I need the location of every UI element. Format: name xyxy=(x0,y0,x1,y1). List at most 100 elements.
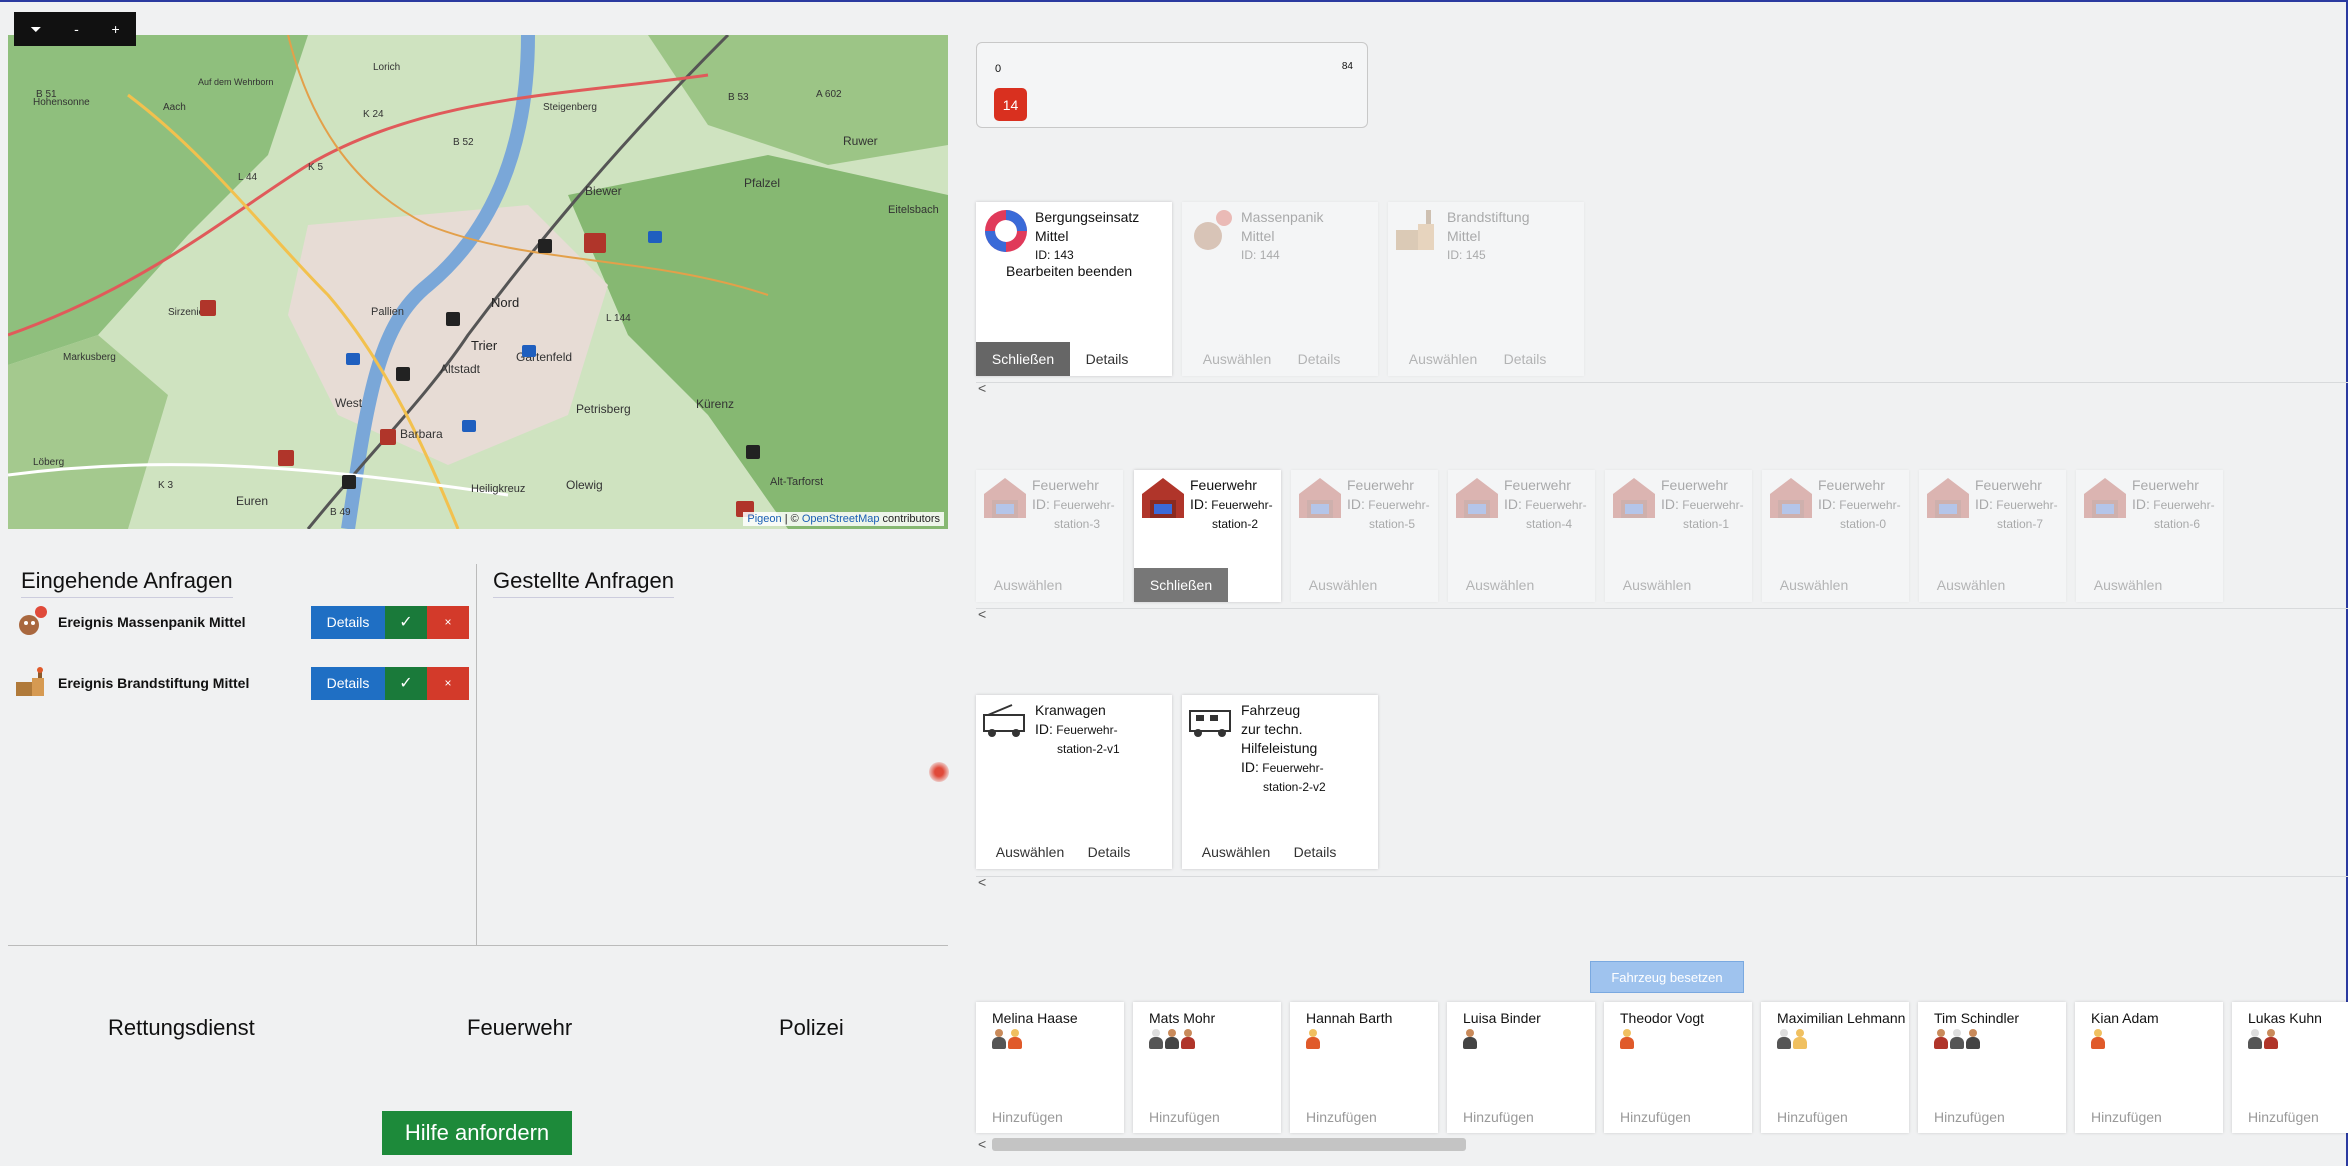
details-button[interactable]: Details xyxy=(311,605,385,639)
row-separator xyxy=(976,876,2348,877)
incoming-requests-title: Eingehende Anfragen xyxy=(21,568,233,598)
accept-button[interactable]: ✓ xyxy=(385,666,427,700)
station-id-part1: Feuerwehr- xyxy=(1839,498,1901,512)
accept-button[interactable]: ✓ xyxy=(385,605,427,639)
station-card[interactable]: Feuerwehr ID: Feuerwehr-station-7 Auswähle… xyxy=(1919,470,2066,602)
map-label: L 44 xyxy=(238,172,258,183)
crew-member-card[interactable]: Tim Schindler Hinzufügen xyxy=(1918,1002,2066,1133)
attribution-link-pigeon[interactable]: Pigeon xyxy=(747,513,781,525)
select-button[interactable]: Auswählen xyxy=(1182,342,1292,376)
details-button[interactable]: Details xyxy=(311,666,385,700)
station-name: Feuerwehr xyxy=(1190,477,1257,493)
select-button[interactable]: Auswählen xyxy=(976,835,1084,869)
add-crew-button[interactable]: Hinzufügen xyxy=(1306,1109,1377,1125)
station-card[interactable]: Feuerwehr ID: Feuerwehr-station-0 Auswähle… xyxy=(1762,470,1909,602)
close-button[interactable]: Schließen xyxy=(1134,568,1228,602)
details-button[interactable]: Details xyxy=(1488,342,1562,376)
map-label: Altstadt xyxy=(440,362,481,376)
station-id-part2: station-0 xyxy=(1840,517,1887,531)
finish-editing-link[interactable]: Bearbeiten beenden xyxy=(1006,262,1132,281)
station-id-label: ID: xyxy=(1032,496,1050,512)
counter-min: 0 xyxy=(995,63,1002,75)
event-card[interactable]: Bergungseinsatz Mittel ID: 143 Bearbeite… xyxy=(976,202,1172,376)
zoom-out-button[interactable]: - xyxy=(74,21,79,37)
vehicle-card[interactable]: Kranwagen ID: Feuerwehr- station-2-v1 Au… xyxy=(976,695,1172,869)
crew-member-card[interactable]: Theodor Vogt Hinzufügen xyxy=(1604,1002,1752,1133)
crew-member-card[interactable]: Kian Adam Hinzufügen xyxy=(2075,1002,2223,1133)
filter-icon[interactable]: ⏷ xyxy=(30,21,41,38)
crew-member-card[interactable]: Luisa Binder Hinzufügen xyxy=(1447,1002,1595,1133)
add-crew-button[interactable]: Hinzufügen xyxy=(1620,1109,1691,1125)
map-label: Löberg xyxy=(33,457,64,468)
occupy-vehicle-button[interactable]: Fahrzeug besetzen xyxy=(1590,961,1744,993)
map-attribution: Pigeon | © OpenStreetMap contributors xyxy=(743,512,944,526)
crew-member-name: Hannah Barth xyxy=(1306,1010,1393,1026)
map-label: Petrisberg xyxy=(576,402,631,416)
crew-member-card[interactable]: Mats Mohr Hinzufügen xyxy=(1133,1002,1281,1133)
select-button[interactable]: Auswählen xyxy=(1762,568,1866,602)
crew-member-card[interactable]: Hannah Barth Hinzufügen xyxy=(1290,1002,1438,1133)
add-crew-button[interactable]: Hinzufügen xyxy=(1777,1109,1848,1125)
crew-member-card[interactable]: Melina Haase Hinzufügen xyxy=(976,1002,1124,1133)
select-button[interactable]: Auswählen xyxy=(1605,568,1709,602)
service-rettungsdienst[interactable]: Rettungsdienst xyxy=(108,1015,255,1041)
service-polizei[interactable]: Polizei xyxy=(779,1015,844,1041)
add-crew-button[interactable]: Hinzufügen xyxy=(992,1109,1063,1125)
map-label: Auf dem Wehrborn xyxy=(198,77,273,87)
select-button[interactable]: Auswählen xyxy=(1919,568,2023,602)
add-crew-button[interactable]: Hinzufügen xyxy=(1463,1109,1534,1125)
add-crew-button[interactable]: Hinzufügen xyxy=(1149,1109,1220,1125)
map-label: K 3 xyxy=(158,480,173,491)
map-label: Heiligkreuz xyxy=(471,483,525,495)
station-card[interactable]: Feuerwehr ID: Feuerwehr-station-3 Auswähle… xyxy=(976,470,1123,602)
select-button[interactable]: Auswählen xyxy=(1291,568,1395,602)
details-button[interactable]: Details xyxy=(1072,835,1146,869)
select-button[interactable]: Auswählen xyxy=(1388,342,1498,376)
map-view[interactable]: B 51 Auf dem Wehrborn Lorich Hohensonne … xyxy=(8,35,948,529)
counter-value: 14 xyxy=(994,88,1027,121)
close-button[interactable]: Schließen xyxy=(976,342,1070,376)
map-label: Steigenberg xyxy=(543,102,597,113)
reject-button[interactable]: × xyxy=(427,666,469,700)
map-label: Nord xyxy=(491,295,519,310)
vehicle-name-line2: zur techn. Hilfeleistung xyxy=(1241,721,1318,756)
request-help-button[interactable]: Hilfe anfordern xyxy=(382,1111,572,1155)
crew-member-card[interactable]: Lukas Kuhn Hinzufügen xyxy=(2232,1002,2348,1133)
station-card[interactable]: Feuerwehr ID: Feuerwehr-station-5 Auswähle… xyxy=(1291,470,1438,602)
arson-icon xyxy=(14,666,54,700)
zoom-in-button[interactable]: + xyxy=(111,21,119,37)
crew-member-name: Melina Haase xyxy=(992,1010,1078,1026)
station-id-label: ID: xyxy=(1975,496,1993,512)
person-icon xyxy=(1793,1029,1807,1049)
select-button[interactable]: Auswählen xyxy=(1448,568,1552,602)
select-button[interactable]: Auswählen xyxy=(2076,568,2180,602)
details-button[interactable]: Details xyxy=(1282,342,1356,376)
service-feuerwehr[interactable]: Feuerwehr xyxy=(467,1015,572,1041)
add-crew-button[interactable]: Hinzufügen xyxy=(2248,1109,2319,1125)
select-button[interactable]: Auswählen xyxy=(1182,835,1290,869)
map-label: Markusberg xyxy=(63,352,116,363)
event-card[interactable]: Brandstiftung Mittel ID: 145 Auswählen D… xyxy=(1388,202,1584,376)
event-card[interactable]: Massenpanik Mittel ID: 144 Auswählen Det… xyxy=(1182,202,1378,376)
details-button[interactable]: Details xyxy=(1070,342,1144,376)
station-card[interactable]: Feuerwehr ID: Feuerwehr-station-2 Schließe… xyxy=(1134,470,1281,602)
station-card[interactable]: Feuerwehr ID: Feuerwehr-station-4 Auswähle… xyxy=(1448,470,1595,602)
station-id-part1: Feuerwehr- xyxy=(1682,498,1744,512)
vehicle-card[interactable]: Fahrzeug zur techn. Hilfeleistung ID: Fe… xyxy=(1182,695,1378,869)
person-icon xyxy=(992,1029,1006,1049)
horizontal-scrollbar[interactable] xyxy=(992,1138,1466,1151)
add-crew-button[interactable]: Hinzufügen xyxy=(1934,1109,2005,1125)
select-button[interactable]: Auswählen xyxy=(976,568,1080,602)
request-label: Ereignis Brandstiftung Mittel xyxy=(58,675,250,691)
station-card[interactable]: Feuerwehr ID: Feuerwehr-station-1 Auswähle… xyxy=(1605,470,1752,602)
fire-station-icon xyxy=(1140,476,1186,520)
crew-member-card[interactable]: Maximilian Lehmann Hinzufügen xyxy=(1761,1002,1909,1133)
chevron-left-icon[interactable]: < xyxy=(978,1136,986,1152)
attribution-link-osm[interactable]: OpenStreetMap xyxy=(802,513,880,525)
details-button[interactable]: Details xyxy=(1278,835,1352,869)
reject-button[interactable]: × xyxy=(427,605,469,639)
crane-truck-icon xyxy=(982,701,1030,747)
add-crew-button[interactable]: Hinzufügen xyxy=(2091,1109,2162,1125)
station-id-label: ID: xyxy=(1504,496,1522,512)
station-card[interactable]: Feuerwehr ID: Feuerwehr-station-6 Auswähle… xyxy=(2076,470,2223,602)
